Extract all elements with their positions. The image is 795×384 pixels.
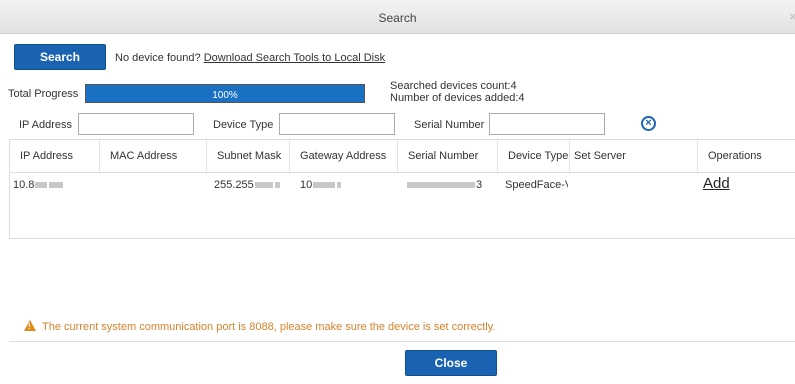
redacted-block bbox=[274, 182, 280, 189]
serial-number-input[interactable] bbox=[489, 113, 605, 135]
redacted-block bbox=[254, 182, 273, 189]
search-button[interactable]: Search bbox=[14, 44, 106, 70]
port-warning: ! The current system communication port i… bbox=[24, 319, 495, 333]
progress-percent: 100% bbox=[212, 90, 238, 101]
redacted-block bbox=[49, 182, 64, 189]
col-set-server: Set Server bbox=[570, 140, 698, 172]
table-header: IP Address MAC Address Subnet Mask Gatew… bbox=[10, 140, 795, 173]
dialog-titlebar: Search × bbox=[0, 0, 795, 34]
no-device-message: No device found? Download Search Tools t… bbox=[115, 52, 385, 64]
cell-gateway: 10 bbox=[297, 172, 398, 198]
redacted-block bbox=[407, 182, 475, 189]
ip-value: 10.8 bbox=[13, 179, 35, 191]
cell-device-type: SpeedFace-V! bbox=[505, 179, 568, 191]
gateway-value: 10 bbox=[300, 179, 313, 191]
dialog-title: Search bbox=[378, 11, 417, 25]
added-count: Number of devices added:4 bbox=[390, 92, 525, 104]
clear-filter-icon[interactable]: × bbox=[641, 116, 656, 131]
col-device-type: Device Type bbox=[498, 140, 570, 172]
redacted-block bbox=[313, 182, 336, 189]
col-operations: Operations bbox=[708, 150, 762, 162]
warning-icon: ! bbox=[24, 320, 36, 331]
subnet-value: 255.255 bbox=[214, 179, 254, 191]
ip-address-input[interactable] bbox=[78, 113, 194, 135]
total-progress-label: Total Progress bbox=[8, 88, 79, 100]
col-mac-address: MAC Address bbox=[100, 140, 207, 172]
cell-operations: Add bbox=[700, 171, 795, 197]
cell-serial: 3 bbox=[403, 172, 498, 198]
download-search-tools-link[interactable]: Download Search Tools to Local Disk bbox=[204, 52, 385, 64]
cell-ip: 10.8 bbox=[10, 172, 100, 198]
col-gateway-address: Gateway Address bbox=[290, 140, 398, 172]
cell-set-server bbox=[570, 172, 698, 198]
close-button[interactable]: Close bbox=[405, 350, 497, 376]
cell-subnet: 255.255 bbox=[211, 172, 290, 198]
redacted-block bbox=[35, 182, 48, 189]
total-progress-bar: 100% bbox=[85, 84, 365, 103]
ip-address-label: IP Address bbox=[19, 119, 72, 131]
redacted-block bbox=[337, 182, 342, 189]
serial-number-label: Serial Number bbox=[414, 119, 485, 131]
add-device-link[interactable]: Add bbox=[703, 175, 730, 192]
searched-count: Searched devices count:4 bbox=[390, 80, 517, 92]
no-device-text: No device found? bbox=[115, 52, 201, 64]
warning-text: The current system communication port is… bbox=[42, 321, 496, 333]
device-type-input[interactable] bbox=[279, 113, 395, 135]
device-table: IP Address MAC Address Subnet Mask Gatew… bbox=[9, 139, 795, 239]
serial-value: 3 bbox=[476, 179, 483, 191]
col-subnet-mask: Subnet Mask bbox=[207, 140, 290, 172]
col-ip-address: IP Address bbox=[10, 140, 100, 172]
close-icon[interactable]: × bbox=[789, 9, 795, 24]
search-stats: Searched devices count:4 Number of devic… bbox=[390, 80, 525, 104]
footer-divider bbox=[9, 341, 795, 342]
device-type-label: Device Type bbox=[213, 119, 274, 131]
col-serial-number: Serial Number bbox=[398, 140, 498, 172]
cell-mac bbox=[100, 172, 207, 198]
